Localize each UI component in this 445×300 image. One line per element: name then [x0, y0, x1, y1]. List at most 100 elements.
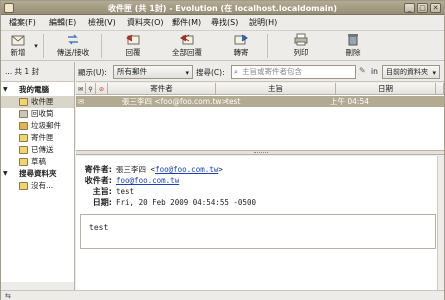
menu-message[interactable]: 郵件(M) — [172, 17, 201, 28]
toolbar-separator — [43, 34, 44, 58]
tree-group-search-folders[interactable]: ▼ 搜尋資料夾 — [1, 168, 74, 180]
show-filter-select[interactable]: 所有郵件 ▾ — [113, 65, 193, 79]
column-from[interactable]: 寄件者 — [108, 83, 216, 95]
trash-icon — [19, 110, 28, 118]
header-to: 收件者: foo@foo.com.tw — [82, 175, 179, 186]
new-dropdown-button[interactable]: ▾ — [31, 33, 41, 59]
reply-label: 回覆 — [125, 48, 141, 57]
print-button[interactable]: 列印 — [287, 33, 315, 59]
show-filter-value: 所有郵件 — [117, 67, 147, 76]
search-icon: ⌕ — [234, 68, 238, 76]
send-receive-button[interactable]: 傳送/接收 — [53, 33, 93, 59]
offline-status-icon[interactable]: ⇆ — [5, 292, 11, 300]
toolbar-separator — [267, 34, 268, 58]
from-name: 張三李四 — [116, 165, 146, 174]
header-subject: 主旨: test — [82, 186, 134, 197]
search-scope-select[interactable]: 目前的資料夾 ▾ — [382, 65, 440, 79]
header-date: 日期: Fri, 20 Feb 2009 04:54:55 -0500 — [82, 197, 256, 208]
filter-bar: 顯示(U): 所有郵件 ▾ 搜尋(C): ⌕ 主旨或寄件者包含 ✎ in 目前的… — [76, 62, 444, 82]
menu-help[interactable]: 說明(H) — [249, 17, 277, 28]
to-email-link[interactable]: foo@foo.com.tw — [116, 176, 179, 185]
search-folder-icon — [19, 182, 28, 190]
attachment-icon: ⚲ — [88, 86, 93, 93]
toolbar: 新增 ▾ 傳送/接收 回覆 全部回覆 轉寄 列印 刪除 — [1, 31, 444, 61]
delete-button[interactable]: 刪除 — [339, 33, 367, 59]
menu-bar: 檔案(F) 編輯(E) 檢視(V) 資料夾(O) 郵件(M) 尋找(S) 說明(… — [1, 15, 444, 31]
message-date: 上午 04:54 — [330, 97, 369, 106]
close-button[interactable]: ✕ — [430, 3, 441, 13]
menu-folder[interactable]: 資料夾(O) — [127, 17, 164, 28]
preview-scrollbar[interactable] — [437, 156, 444, 290]
date-label: 日期: — [92, 198, 112, 207]
menu-search[interactable]: 尋找(S) — [211, 17, 238, 28]
delete-label: 刪除 — [345, 48, 361, 57]
message-preview: 寄件者: 張三李四 <foo@foo.com.tw> 收件者: foo@foo.co… — [76, 156, 444, 290]
new-label: 新增 — [10, 48, 26, 57]
reply-all-icon — [180, 34, 194, 45]
menu-file[interactable]: 檔案(F) — [9, 17, 36, 28]
print-label: 列印 — [293, 48, 309, 57]
read-status-icon[interactable]: ✉ — [78, 96, 84, 107]
clear-search-icon[interactable]: ✎ — [359, 66, 366, 75]
new-button[interactable]: 新增 — [5, 33, 31, 59]
reply-icon — [126, 34, 140, 45]
send-receive-label: 傳送/接收 — [56, 48, 90, 57]
folder-pane-header: ... 共 1 封 — [1, 62, 74, 82]
drafts-icon — [19, 158, 28, 166]
expander-down-icon[interactable]: ▼ — [3, 84, 8, 96]
subject-label: 主旨: — [92, 187, 112, 196]
forward-icon — [234, 34, 248, 45]
menu-view[interactable]: 檢視(V) — [88, 17, 116, 28]
message-body[interactable]: test — [80, 214, 436, 249]
message-subject: test — [226, 97, 241, 106]
trash-icon — [348, 34, 358, 46]
from-label: 寄件者: — [84, 165, 112, 174]
column-attachment[interactable]: ⚲ — [86, 83, 96, 95]
menu-edit[interactable]: 編輯(E) — [49, 17, 76, 28]
forward-label: 轉寄 — [233, 48, 249, 57]
folder-search-none[interactable]: 沒有... — [1, 180, 74, 192]
to-label: 收件者: — [84, 176, 112, 185]
folder-inbox[interactable]: 收件匣 — [1, 96, 74, 108]
pane-splitter[interactable] — [76, 151, 444, 155]
message-from: 張三李四 <foo@foo.com.tw> — [122, 97, 228, 106]
folder-tree: ▼ 我的電腦 收件匣 回收筒 垃圾郵件 寄件匣 已傳送 草稿 ▼ 搜尋資料夾 沒… — [1, 84, 74, 192]
sent-icon — [19, 146, 28, 154]
envelope-icon: ✉ — [77, 86, 84, 93]
from-email-link[interactable]: foo@foo.com.tw — [155, 165, 218, 174]
subject-value: test — [116, 187, 135, 196]
search-input[interactable]: ⌕ 主旨或寄件者包含 — [231, 65, 356, 79]
maximize-button[interactable]: □ — [417, 3, 428, 13]
column-status[interactable]: ✉ — [76, 83, 86, 95]
reply-all-label: 全部回覆 — [172, 48, 202, 57]
column-date[interactable]: 日期 — [336, 83, 436, 95]
printer-icon — [294, 33, 308, 46]
status-bar: ⇆ — [1, 290, 444, 300]
folder-outbox[interactable]: 寄件匣 — [1, 132, 74, 144]
table-row[interactable]: ✉ 張三李四 <foo@foo.com.tw> test 上午 04:54 — [76, 96, 444, 107]
chevron-down-icon: ▾ — [34, 42, 38, 50]
column-flag[interactable]: ⊘ — [96, 83, 108, 95]
folder-trash[interactable]: 回收筒 — [1, 108, 74, 120]
folder-drafts[interactable]: 草稿 — [1, 156, 74, 168]
column-end — [436, 83, 444, 95]
folder-sent[interactable]: 已傳送 — [1, 144, 74, 156]
evolution-window: 收件匣 (共 1封) - Evolution (在 localhost.loca… — [0, 0, 445, 300]
inbox-icon — [19, 98, 28, 106]
folder-junk[interactable]: 垃圾郵件 — [1, 120, 74, 132]
tree-group-my-computer[interactable]: ▼ 我的電腦 — [1, 84, 74, 96]
toolbar-separator — [101, 34, 102, 58]
header-from: 寄件者: 張三李四 <foo@foo.com.tw> — [82, 164, 223, 175]
minimize-button[interactable]: _ — [404, 3, 415, 13]
chevron-down-icon: ▾ — [185, 69, 189, 77]
search-scope-value: 目前的資料夾 — [386, 68, 428, 76]
search-placeholder: 主旨或寄件者包含 — [242, 67, 302, 76]
expander-down-icon[interactable]: ▼ — [3, 168, 8, 180]
reply-all-button[interactable]: 全部回覆 — [167, 33, 207, 59]
reply-button[interactable]: 回覆 — [119, 33, 147, 59]
message-list: ✉ ⚲ ⊘ 寄件者 主旨 日期 ✉ 張三李四 <foo@foo.com.tw> … — [76, 83, 444, 151]
forward-button[interactable]: 轉寄 — [227, 33, 255, 59]
date-value: Fri, 20 Feb 2009 04:54:55 -0500 — [116, 198, 256, 207]
chevron-down-icon: ▾ — [432, 69, 436, 77]
column-subject[interactable]: 主旨 — [216, 83, 336, 95]
